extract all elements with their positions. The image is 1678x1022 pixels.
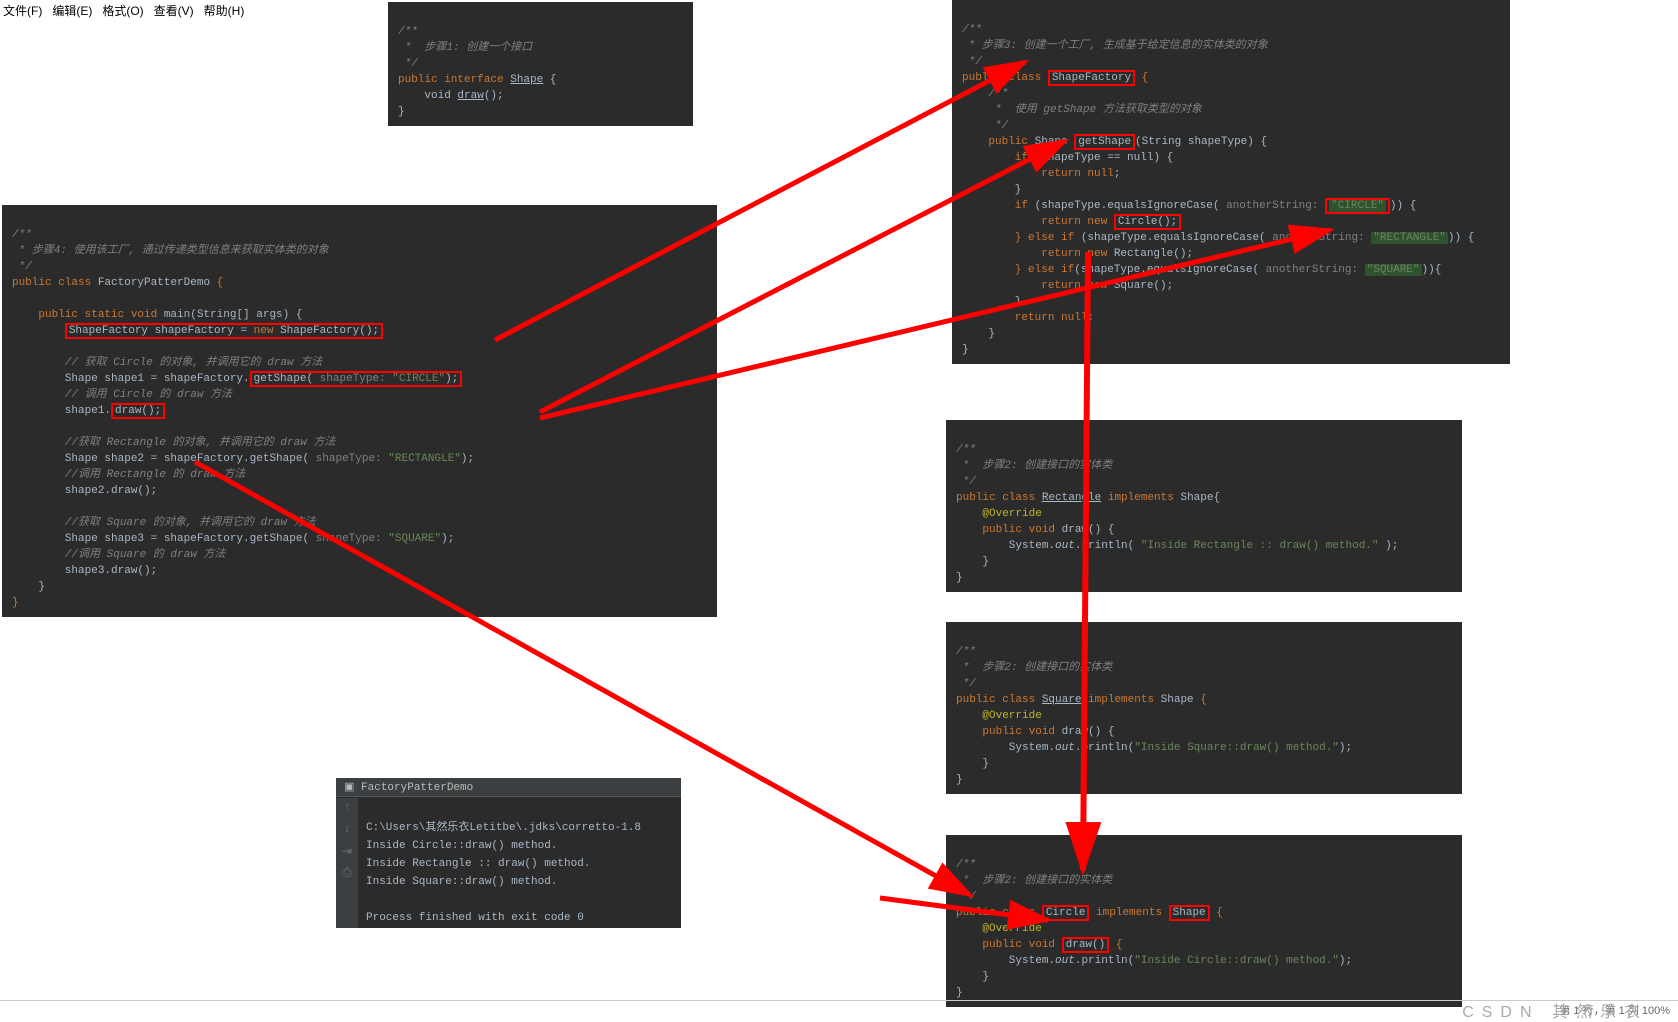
code-panel-square: /** * 步骤2: 创建接口的实体类 */ public class Squa… — [946, 622, 1462, 794]
hl-getshape-circle: getShape( shapeType: "CIRCLE"); — [250, 371, 463, 387]
hl-circle-str: "CIRCLE" — [1325, 198, 1390, 214]
hl-new-shapefactory: ShapeFactory shapeFactory = new ShapeFac… — [65, 323, 383, 339]
console-line: Inside Circle::draw() method. — [366, 840, 557, 852]
console-line: Inside Square::draw() method. — [366, 876, 557, 888]
code-panel-shape: /** * 步骤1: 创建一个接口 */ public interface Sh… — [388, 2, 693, 126]
hl-shapefactory: ShapeFactory — [1048, 70, 1135, 86]
print-icon[interactable]: ⎙ — [336, 866, 358, 888]
console-line: Process finished with exit code 0 — [366, 912, 584, 924]
console-panel: ▣ FactoryPatterDemo ↑ ↓ ⇥ ⎙ C:\Users\其然乐… — [336, 778, 681, 928]
console-tab[interactable]: ▣ FactoryPatterDemo — [336, 778, 681, 797]
menu-file[interactable]: 文件(F) — [3, 4, 42, 18]
console-toolbar[interactable]: ↑ ↓ ⇥ ⎙ — [336, 798, 358, 928]
down-icon[interactable]: ↓ — [336, 822, 358, 844]
menu-view[interactable]: 查看(V) — [154, 4, 194, 18]
hl-draw: draw(); — [111, 403, 165, 419]
hl-circle-class: Circle — [1042, 905, 1090, 921]
menu-help[interactable]: 帮助(H) — [204, 4, 245, 18]
code-panel-circle: /** * 步骤2: 创建接口的实体类 */ public class Circ… — [946, 835, 1462, 1007]
hl-new-circle: Circle(); — [1114, 214, 1181, 230]
wrap-icon[interactable]: ⇥ — [336, 844, 358, 866]
console-line: Inside Rectangle :: draw() method. — [366, 858, 590, 870]
code-panel-rectangle: /** * 步骤2: 创建接口的实体类 */ public class Rect… — [946, 420, 1462, 592]
menu-format[interactable]: 格式(O) — [102, 4, 143, 18]
watermark: CSDN 其然乐衣 — [1462, 998, 1648, 1022]
up-icon[interactable]: ↑ — [336, 800, 358, 822]
console-line: C:\Users\其然乐衣Letitbe\.jdks\corretto-1.8 — [366, 822, 641, 834]
code-panel-factory: /** * 步骤3: 创建一个工厂, 生成基于给定信息的实体类的对象 */ pu… — [952, 0, 1510, 364]
status-bar: 第 1 行，第 1 列 100% — [0, 1000, 1678, 1021]
menu-edit[interactable]: 编辑(E) — [52, 4, 92, 18]
code-panel-demo: /** * 步骤4: 使用该工厂, 通过传递类型信息来获取实体类的对象 */ p… — [2, 205, 717, 617]
hl-getshape-def: getShape — [1074, 134, 1135, 150]
hl-draw-def: draw() — [1062, 937, 1110, 953]
hl-shape-impl: Shape — [1169, 905, 1210, 921]
